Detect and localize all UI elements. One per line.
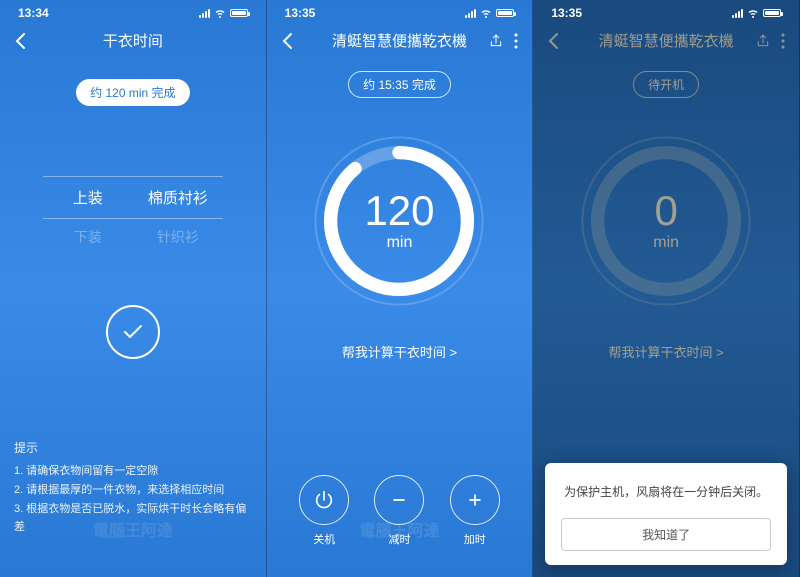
- page-title: 干衣时间: [54, 30, 212, 51]
- wifi-icon: [747, 7, 759, 19]
- battery-icon: [763, 9, 781, 17]
- picker-material-selected[interactable]: 棉质衬衫: [133, 177, 223, 218]
- back-button[interactable]: [547, 32, 559, 50]
- tips-title: 提示: [14, 438, 252, 458]
- plus-label: 加时: [450, 531, 500, 547]
- status-time: 13:35: [285, 6, 316, 20]
- timer-value: 120: [364, 190, 434, 232]
- status-bar: 13:34: [0, 0, 266, 22]
- page-title: 清蜓智慧便攜乾衣機: [321, 30, 479, 51]
- minus-icon: [389, 490, 409, 510]
- status-time: 13:34: [18, 6, 49, 20]
- power-label: 关机: [299, 531, 349, 547]
- share-button[interactable]: [488, 33, 504, 49]
- screen-dryer-running: 13:35 清蜓智慧便攜乾衣機 约 15:35 完成: [267, 0, 534, 577]
- picker-category-selected[interactable]: 上装: [43, 177, 133, 218]
- minus-label: 减时: [374, 531, 424, 547]
- back-button[interactable]: [14, 32, 26, 50]
- nav-bar: 清蜓智慧便攜乾衣機: [267, 22, 533, 63]
- status-icons: [199, 7, 248, 19]
- tip-line: 3. 根据衣物是否已脱水，实际烘干时长会略有偏差: [14, 500, 252, 537]
- completion-pill: 约 120 min 完成: [76, 79, 189, 106]
- calculate-time-link[interactable]: 帮我计算干衣时间 >: [533, 342, 799, 361]
- modal-message: 为保护主机，风扇将在一分钟后关闭。: [561, 483, 771, 500]
- signal-icon: [199, 9, 210, 18]
- more-button[interactable]: [781, 33, 785, 49]
- status-pill: 待开机: [633, 71, 699, 98]
- timer-unit: min: [387, 234, 413, 252]
- picker-category-next[interactable]: 下装: [43, 219, 133, 255]
- fan-shutdown-modal: 为保护主机，风扇将在一分钟后关闭。 我知道了: [545, 463, 787, 565]
- page-title: 清蜓智慧便攜乾衣機: [587, 30, 745, 51]
- status-time: 13:35: [551, 6, 582, 20]
- power-button[interactable]: [299, 475, 349, 525]
- wifi-icon: [214, 7, 226, 19]
- screen-dryer-standby-modal: 13:35 清蜓智慧便攜乾衣機 待开机: [533, 0, 800, 577]
- wifi-icon: [480, 7, 492, 19]
- tip-line: 1. 请确保衣物间留有一定空隙: [14, 462, 252, 481]
- share-button[interactable]: [755, 33, 771, 49]
- clothing-picker[interactable]: 上装 棉质衬衫 下装 针织衫: [43, 176, 223, 255]
- nav-bar: 干衣时间: [0, 22, 266, 63]
- nav-bar: 清蜓智慧便攜乾衣機: [533, 22, 799, 63]
- minus-button[interactable]: [374, 475, 424, 525]
- status-icons: [465, 7, 514, 19]
- signal-icon: [732, 9, 743, 18]
- check-icon: [120, 319, 146, 345]
- modal-confirm-button[interactable]: 我知道了: [561, 518, 771, 551]
- more-button[interactable]: [514, 33, 518, 49]
- tip-line: 2. 请根据最厚的一件衣物，来选择相应时间: [14, 481, 252, 500]
- status-bar: 13:35: [267, 0, 533, 22]
- timer-unit: min: [653, 234, 679, 252]
- plus-icon: [465, 490, 485, 510]
- tips-section: 提示 1. 请确保衣物间留有一定空隙 2. 请根据最厚的一件衣物，来选择相应时间…: [14, 438, 252, 537]
- plus-button[interactable]: [450, 475, 500, 525]
- timer-dial: 0 min: [571, 126, 761, 316]
- back-button[interactable]: [281, 32, 293, 50]
- status-bar: 13:35: [533, 0, 799, 22]
- timer-dial: 120 min: [304, 126, 494, 316]
- screen-dry-time-settings: 13:34 干衣时间 约 120 min 完成 上装 棉质衬衫 下装 针织衫 提: [0, 0, 267, 577]
- battery-icon: [496, 9, 514, 17]
- signal-icon: [465, 9, 476, 18]
- battery-icon: [230, 9, 248, 17]
- calculate-time-link[interactable]: 帮我计算干衣时间 >: [267, 342, 533, 361]
- timer-value: 0: [654, 190, 677, 232]
- confirm-button[interactable]: [106, 305, 160, 359]
- status-icons: [732, 7, 781, 19]
- bottom-controls: 关机 减时 加时: [267, 475, 533, 547]
- completion-pill: 约 15:35 完成: [348, 71, 451, 98]
- power-icon: [313, 489, 335, 511]
- picker-material-next[interactable]: 针织衫: [133, 219, 223, 255]
